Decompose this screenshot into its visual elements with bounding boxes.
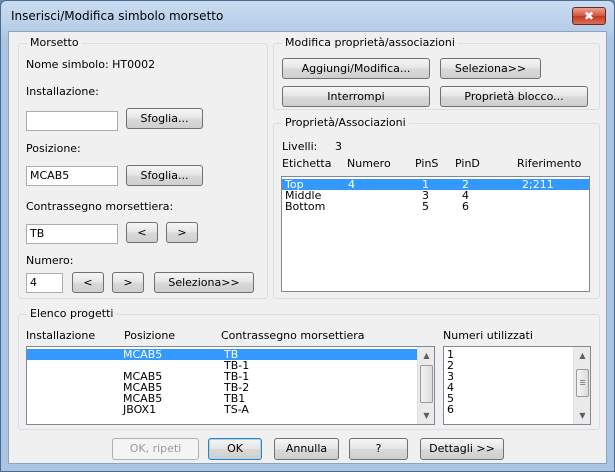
proprieta-row[interactable]: Middle 3 4 — [282, 189, 589, 202]
close-icon: ✖ — [583, 9, 595, 23]
proprieta-group-title: Proprietà/Associazioni — [282, 116, 409, 129]
scroll-thumb[interactable] — [576, 369, 589, 397]
progetti-row[interactable]: MCAB5 TB1 — [27, 392, 417, 405]
numeri-scrollbar[interactable]: ▲ ▼ — [573, 347, 590, 424]
progetti-row[interactable]: TB-1 — [27, 359, 417, 372]
numeri-item[interactable]: 5 — [444, 392, 574, 405]
ok-button[interactable]: OK — [208, 438, 262, 460]
proprieta-row[interactable]: Bottom 5 6 — [282, 200, 589, 213]
progetti-row[interactable]: MCAB5 TB — [27, 348, 417, 361]
numero-prev-button[interactable]: < — [72, 272, 104, 293]
proprieta-list[interactable]: Top 4 1 2 2;211 Middle 3 4 Bottom 5 6 — [281, 176, 590, 292]
sfoglia-posizione-button[interactable]: Sfoglia... — [126, 165, 203, 186]
row-etichetta: Bottom — [285, 200, 326, 213]
numeri-item[interactable]: 6 — [444, 403, 574, 416]
header-pins: PinS — [415, 157, 439, 170]
contrassegno-prev-button[interactable]: < — [126, 222, 158, 243]
header-riferimento: Riferimento — [517, 157, 582, 170]
header-numeri-utilizzati: Numeri utilizzati — [443, 329, 533, 342]
progetti-row[interactable]: MCAB5 TB-2 — [27, 381, 417, 394]
scroll-thumb[interactable] — [420, 365, 433, 403]
numeri-item[interactable]: 4 — [444, 381, 574, 394]
aggiungi-modifica-button[interactable]: Aggiungi/Modifica... — [282, 58, 430, 79]
progetti-group-title: Elenco progetti — [27, 307, 117, 320]
ok-ripeti-button[interactable]: OK, ripeti — [112, 438, 199, 460]
grip-line — [580, 380, 585, 381]
row-pins: 5 — [422, 200, 429, 213]
progetti-list[interactable]: MCAB5 TB TB-1 MCAB5 TB-1 MCAB5 TB-2 MCAB… — [26, 346, 435, 425]
livelli-value: 3 — [335, 140, 342, 153]
close-button[interactable]: ✖ — [572, 7, 606, 25]
modifica-group-title: Modifica proprietà/associazioni — [282, 36, 458, 49]
scroll-up-icon[interactable]: ▲ — [574, 347, 590, 364]
morsetto-group: Morsetto Nome simbolo: HT0002 Installazi… — [18, 36, 268, 299]
progetti-row[interactable]: MCAB5 TB-1 — [27, 370, 417, 383]
header-contrassegno: Contrassegno morsettiera — [221, 329, 365, 342]
scroll-down-icon[interactable]: ▼ — [418, 407, 434, 424]
dialog-window: Inserisci/Modifica simbolo morsetto ✖ Mo… — [0, 0, 615, 472]
sfoglia-installazione-button[interactable]: Sfoglia... — [126, 108, 203, 129]
contrassegno-input[interactable]: TB — [26, 224, 118, 244]
modifica-group: Modifica proprietà/associazioni Aggiungi… — [273, 36, 600, 110]
posizione-label: Posizione: — [26, 142, 81, 155]
row-pind: 6 — [462, 200, 469, 213]
seleziona-numero-button[interactable]: Seleziona>> — [154, 272, 254, 293]
header-installazione: Installazione — [26, 329, 96, 342]
numeri-item[interactable]: 2 — [444, 359, 574, 372]
dettagli-button[interactable]: Dettagli >> — [420, 438, 504, 460]
seleziona-button[interactable]: Seleziona>> — [440, 58, 541, 79]
proprieta-blocco-button[interactable]: Proprietà blocco... — [440, 86, 588, 107]
numeri-item[interactable]: 3 — [444, 370, 574, 383]
scroll-down-icon[interactable]: ▼ — [574, 407, 590, 424]
progetti-scrollbar[interactable]: ▲ ▼ — [417, 347, 434, 424]
numeri-value: 6 — [447, 403, 454, 416]
title-bar: Inserisci/Modifica simbolo morsetto ✖ — [1, 1, 614, 31]
contrassegno-label: Contrassegno morsettiera: — [26, 200, 174, 213]
numero-input[interactable]: 4 — [26, 273, 63, 293]
installazione-label: Installazione: — [26, 85, 99, 98]
interrompi-button[interactable]: Interrompi — [282, 86, 430, 107]
posizione-input[interactable]: MCAB5 — [26, 166, 118, 186]
dialog-client: Morsetto Nome simbolo: HT0002 Installazi… — [8, 31, 607, 464]
installazione-input[interactable] — [26, 111, 118, 131]
numeri-list[interactable]: 1 2 3 4 5 6 ▲ ▼ — [443, 346, 591, 425]
scroll-up-icon[interactable]: ▲ — [418, 347, 434, 364]
help-button[interactable]: ? — [349, 438, 408, 460]
header-numero: Numero — [347, 157, 391, 170]
numeri-item[interactable]: 1 — [444, 348, 574, 361]
grip-line — [580, 384, 585, 385]
progetti-group: Elenco progetti Installazione Posizione … — [18, 307, 600, 430]
header-etichetta: Etichetta — [282, 157, 332, 170]
grip-line — [580, 382, 585, 383]
row-contrassegno: TS-A — [224, 403, 249, 416]
row-posizione: JBOX1 — [123, 403, 157, 416]
progetti-row[interactable]: JBOX1 TS-A — [27, 403, 417, 416]
livelli-label: Livelli: — [282, 140, 318, 153]
numero-next-button[interactable]: > — [112, 272, 144, 293]
annulla-button[interactable]: Annulla — [274, 438, 339, 460]
header-pind: PinD — [455, 157, 480, 170]
numero-label: Numero: — [26, 254, 74, 267]
header-posizione: Posizione — [124, 329, 176, 342]
window-title: Inserisci/Modifica simbolo morsetto — [11, 9, 224, 23]
morsetto-group-title: Morsetto — [27, 36, 82, 49]
proprieta-row[interactable]: Top 4 1 2 2;211 — [282, 178, 589, 191]
nome-simbolo-label: Nome simbolo: HT0002 — [26, 58, 156, 71]
contrassegno-next-button[interactable]: > — [166, 222, 198, 243]
proprieta-group: Proprietà/Associazioni Livelli: 3 Etiche… — [273, 116, 600, 299]
